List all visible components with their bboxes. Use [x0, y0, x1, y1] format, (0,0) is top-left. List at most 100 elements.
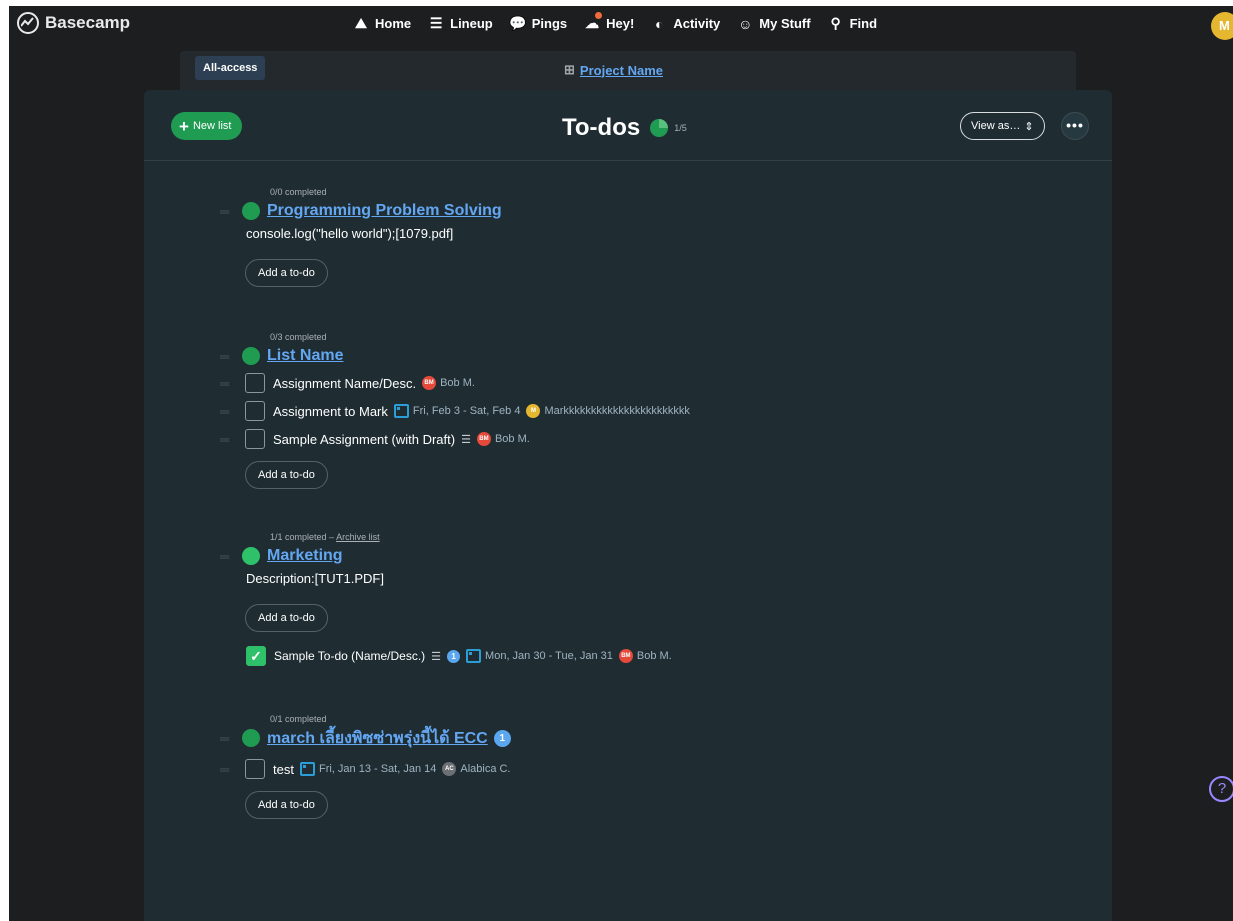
- nav-home[interactable]: ⛰ Home: [352, 15, 411, 32]
- nav-activity-label: Activity: [673, 16, 721, 31]
- todo-title[interactable]: Sample To-do (Name/Desc.): [274, 649, 425, 663]
- avatar: M: [526, 404, 541, 418]
- nav-lineup[interactable]: ☰ Lineup: [427, 15, 493, 32]
- add-todo-button[interactable]: Add a to-do: [245, 461, 328, 489]
- todo-item-completed: ✓ Sample To-do (Name/Desc.) ☰ 1 Mon, Jan…: [220, 642, 672, 670]
- logo-text: Basecamp: [45, 13, 131, 32]
- todo-title[interactable]: test: [273, 762, 294, 777]
- updown-icon: ⇕: [1024, 120, 1034, 133]
- drag-handle-icon[interactable]: ═: [220, 205, 242, 218]
- nav-mystuff-label: My Stuff: [759, 16, 811, 31]
- notification-dot: [595, 12, 603, 19]
- lineup-icon: ☰: [429, 15, 443, 31]
- comment-count-badge: 1: [447, 649, 461, 663]
- assignee-name: Markkkkkkkkkkkkkkkkkkkkkkk: [544, 405, 690, 417]
- todo-date: Fri, Feb 3 - Sat, Feb 4: [412, 405, 521, 417]
- project-name-link[interactable]: Project Name: [580, 63, 663, 78]
- notes-icon: ☰: [461, 433, 471, 446]
- nav-home-label: Home: [375, 16, 412, 31]
- nav-find-label: Find: [849, 16, 878, 31]
- my-avatar[interactable]: M: [1211, 12, 1233, 40]
- all-access-badge: All-access: [195, 56, 266, 80]
- project-breadcrumb: ⊞ Project Name: [564, 62, 663, 78]
- progress-pie-icon: [650, 119, 669, 137]
- view-as-label: View as…: [971, 120, 1021, 132]
- list-title[interactable]: Marketing: [267, 547, 343, 565]
- view-as-button[interactable]: View as… ⇕: [960, 112, 1045, 140]
- window-border-top: [0, 0, 1233, 6]
- list-title[interactable]: List Name: [267, 347, 343, 365]
- todo-checkbox[interactable]: [245, 429, 265, 449]
- page-title: To-dos: [562, 114, 641, 141]
- grid-icon: ⊞: [564, 62, 575, 77]
- todo-list: 1/1 completed – Archive list ═ Marketing…: [220, 532, 672, 670]
- mystuff-icon: ☺: [738, 15, 753, 32]
- todo-checkbox-checked[interactable]: ✓: [246, 646, 266, 666]
- new-list-label: New list: [192, 120, 232, 132]
- add-todo-button[interactable]: Add a to-do: [245, 259, 328, 287]
- todo-title[interactable]: Sample Assignment (with Draft): [273, 432, 455, 447]
- list-description: console.log("hello world");[1079.pdf]: [246, 226, 454, 241]
- todo-checkbox[interactable]: [245, 373, 265, 393]
- drag-handle-icon[interactable]: ═: [220, 763, 245, 776]
- todos-card: + New list To-dos 1/5 View as… ⇕ ••• 0/0…: [144, 90, 1112, 921]
- list-meta: 1/1 completed – Archive list: [270, 532, 380, 542]
- page-frame: Basecamp ⛰ Home ☰ Lineup 💬 Pings ☁ Hey! …: [0, 0, 1233, 921]
- list-head: ═ Marketing: [220, 545, 672, 567]
- nav-pings[interactable]: 💬 Pings: [509, 15, 567, 32]
- list-description: Description:[TUT1.PDF]: [246, 571, 384, 586]
- add-todo-button[interactable]: Add a to-do: [245, 604, 328, 632]
- todo-date: Mon, Jan 30 - Tue, Jan 31: [485, 650, 613, 662]
- nav-items: ⛰ Home ☰ Lineup 💬 Pings ☁ Hey! ◐ Activit…: [352, 12, 893, 32]
- add-todo-button[interactable]: Add a to-do: [245, 791, 328, 819]
- todo-list: 0/1 completed ═ march เลี้ยงพิซซ่าพรุ่งน…: [220, 714, 511, 819]
- todo-date: Fri, Jan 13 - Sat, Jan 14: [318, 763, 437, 775]
- new-list-button[interactable]: + New list: [171, 112, 243, 140]
- calendar-icon: [393, 404, 409, 418]
- nav-hey-label: Hey!: [606, 16, 635, 31]
- basecamp-logo[interactable]: Basecamp: [17, 12, 130, 34]
- list-status-icon: [242, 547, 260, 565]
- assignee-name: Bob M.: [440, 377, 475, 389]
- pings-icon: 💬: [509, 15, 527, 31]
- todo-checkbox[interactable]: [245, 759, 265, 779]
- help-button[interactable]: ?: [1209, 776, 1233, 802]
- todo-title[interactable]: Assignment to Mark: [273, 404, 388, 419]
- title-wrap: To-dos 1/5: [562, 114, 687, 142]
- list-count-badge: 1: [493, 729, 511, 747]
- nav-find[interactable]: ⚲ Find: [827, 15, 877, 32]
- assignee-name: Bob M.: [636, 650, 672, 662]
- todo-item: ═ Sample Assignment (with Draft) ☰ BM Bo…: [220, 425, 690, 453]
- list-status-icon: [242, 729, 260, 747]
- list-title[interactable]: march เลี้ยงพิซซ่าพรุ่งนี้ได้ ECC: [267, 726, 488, 751]
- todo-title[interactable]: Assignment Name/Desc.: [273, 376, 416, 391]
- drag-handle-icon[interactable]: ═: [220, 433, 245, 446]
- archive-list-link[interactable]: Archive list: [336, 532, 380, 542]
- hey-icon: ☁: [583, 12, 603, 32]
- search-icon: ⚲: [830, 15, 841, 31]
- list-status-icon: [242, 202, 260, 220]
- top-nav: Basecamp ⛰ Home ☰ Lineup 💬 Pings ☁ Hey! …: [9, 6, 1233, 46]
- drag-handle-icon[interactable]: ═: [220, 405, 245, 418]
- todo-checkbox[interactable]: [245, 401, 265, 421]
- more-options-button[interactable]: •••: [1061, 112, 1089, 140]
- drag-handle-icon[interactable]: ═: [220, 550, 242, 563]
- list-head: ═ List Name: [220, 345, 690, 367]
- nav-activity[interactable]: ◐ Activity: [650, 15, 720, 32]
- drag-handle-icon[interactable]: ═: [220, 732, 242, 745]
- nav-pings-label: Pings: [531, 16, 568, 31]
- list-status-icon: [242, 347, 260, 365]
- drag-handle-icon[interactable]: ═: [220, 377, 245, 390]
- list-meta: 0/0 completed: [270, 187, 327, 197]
- drag-handle-icon[interactable]: ═: [220, 350, 242, 363]
- calendar-icon: [299, 762, 315, 776]
- home-icon: ⛰: [355, 15, 367, 31]
- list-title[interactable]: Programming Problem Solving: [267, 202, 502, 220]
- nav-hey[interactable]: ☁ Hey!: [583, 12, 635, 32]
- nav-mystuff[interactable]: ☺ My Stuff: [736, 15, 810, 32]
- todo-list: 0/3 completed ═ List Name ═ Assignment N…: [220, 332, 690, 489]
- calendar-icon: [466, 649, 482, 663]
- project-bar: All-access ⊞ Project Name: [180, 51, 1076, 91]
- assignee-name: Alabica C.: [460, 763, 511, 775]
- nav-lineup-label: Lineup: [450, 16, 493, 31]
